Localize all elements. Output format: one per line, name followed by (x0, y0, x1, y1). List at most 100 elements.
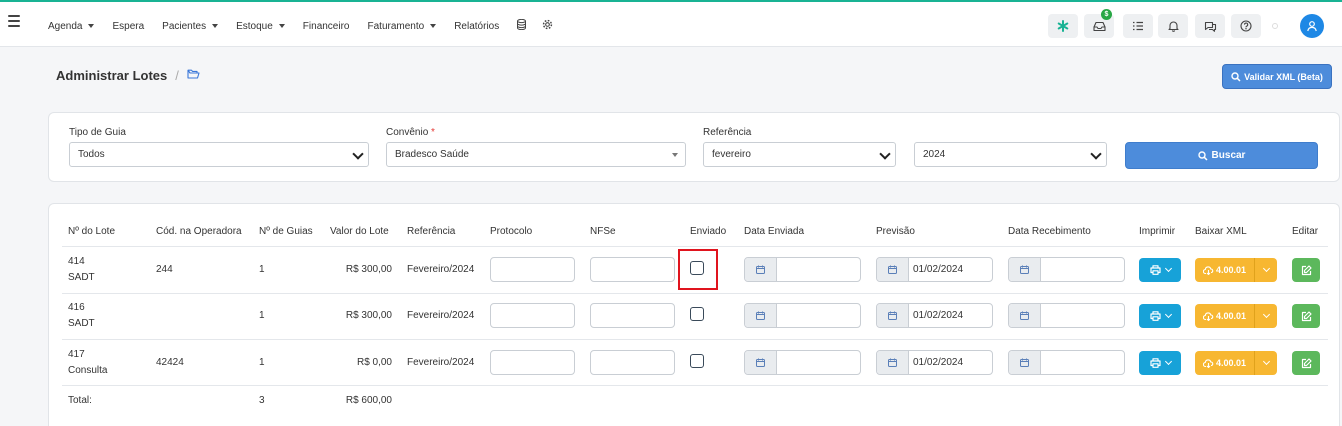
data-enviada-value (777, 304, 860, 327)
buscar-button[interactable]: Buscar (1125, 142, 1318, 169)
gear-icon[interactable] (542, 19, 553, 33)
printer-icon (1149, 265, 1161, 275)
search-icon (1231, 71, 1241, 82)
calendar-icon[interactable] (877, 258, 909, 281)
folder-open-icon[interactable] (187, 69, 200, 82)
required-asterisk: * (431, 127, 435, 138)
cod-operadora: 42424 (156, 357, 184, 368)
enviado-checkbox[interactable] (690, 307, 704, 321)
protocolo-input[interactable] (490, 350, 575, 375)
help-icon (1240, 20, 1252, 32)
main-nav: Agenda Espera Pacientes Estoque Financei… (48, 18, 569, 33)
calendar-icon[interactable] (745, 304, 777, 327)
nfse-input[interactable] (590, 303, 675, 328)
baixar-xml-dropdown[interactable] (1255, 304, 1277, 328)
protocolo-input[interactable] (490, 257, 575, 282)
nav-item-pacientes[interactable]: Pacientes (162, 21, 219, 32)
protocolo-input[interactable] (490, 303, 575, 328)
convenio-select[interactable]: Bradesco Saúde (386, 142, 686, 167)
validar-xml-button[interactable]: Validar XML (Beta) (1222, 64, 1332, 89)
editar-button[interactable] (1292, 304, 1320, 328)
data-recebimento-field[interactable] (1008, 257, 1125, 282)
previsao-field[interactable]: 01/02/2024 (876, 257, 993, 282)
previsao-value: 01/02/2024 (913, 357, 964, 368)
lote-number: 417 (68, 349, 85, 360)
previsao-field[interactable]: 01/02/2024 (876, 303, 993, 328)
help-button[interactable] (1231, 14, 1261, 38)
asterisk-button[interactable] (1048, 14, 1078, 38)
baixar-xml-main[interactable]: 4.00.01 (1195, 258, 1255, 282)
imprimir-dropdown-button[interactable] (1139, 351, 1181, 375)
enviado-checkbox[interactable] (690, 354, 704, 368)
referencia-label: Referência (703, 127, 752, 138)
nav-item-faturamento[interactable]: Faturamento (368, 21, 437, 32)
data-recebimento-value (1041, 304, 1124, 327)
printer-icon (1149, 358, 1161, 368)
database-icon[interactable] (517, 18, 527, 33)
xml-version-label: 4.00.01 (1215, 265, 1247, 275)
referencia: Fevereiro/2024 (407, 310, 475, 321)
tipo-guia-select[interactable]: Todos (69, 142, 369, 167)
nav-item-estoque[interactable]: Estoque (236, 21, 285, 32)
chevron-down-icon (1262, 357, 1270, 366)
data-recebimento-field[interactable] (1008, 303, 1125, 328)
notifications-button[interactable] (1158, 14, 1188, 38)
cod-operadora: 244 (156, 264, 173, 275)
chat-icon (1204, 21, 1216, 32)
imprimir-dropdown-button[interactable] (1139, 258, 1181, 282)
editar-button[interactable] (1292, 258, 1320, 282)
calendar-icon[interactable] (877, 304, 909, 327)
referencia-mes-select[interactable]: fevereiro (703, 142, 896, 167)
data-enviada-field[interactable] (744, 350, 861, 375)
calendar-icon[interactable] (1009, 258, 1041, 281)
col-header-cod-operadora: Cód. na Operadora (156, 226, 242, 237)
calendar-icon[interactable] (745, 258, 777, 281)
nav-item-relatorios[interactable]: Relatórios (454, 21, 499, 32)
total-guias: 3 (259, 395, 265, 406)
col-header-protocolo: Protocolo (490, 226, 533, 237)
nav-item-agenda[interactable]: Agenda (48, 20, 95, 32)
nfse-input[interactable] (590, 350, 675, 375)
baixar-xml-main[interactable]: 4.00.01 (1195, 351, 1255, 375)
baixar-xml-button[interactable]: 4.00.01 (1195, 351, 1277, 375)
nav-item-label: Agenda (48, 20, 83, 32)
inbox-button[interactable]: $ (1084, 9, 1114, 38)
baixar-xml-button[interactable]: 4.00.01 (1195, 304, 1277, 328)
num-guias: 1 (259, 264, 265, 275)
nav-item-espera[interactable]: Espera (112, 21, 144, 32)
nfse-input[interactable] (590, 257, 675, 282)
col-header-referencia: Referência (407, 226, 456, 237)
imprimir-dropdown-button[interactable] (1139, 304, 1181, 328)
calendar-icon[interactable] (877, 351, 909, 374)
referencia: Fevereiro/2024 (407, 357, 475, 368)
nav-item-label: Estoque (236, 20, 273, 32)
referencia-ano-select[interactable]: 2024 (914, 142, 1107, 167)
chat-button[interactable] (1195, 14, 1225, 38)
baixar-xml-dropdown[interactable] (1255, 258, 1277, 282)
data-enviada-field[interactable] (744, 257, 861, 282)
baixar-xml-button[interactable]: 4.00.01 (1195, 258, 1277, 282)
lote-number: 416 (68, 302, 85, 313)
calendar-icon[interactable] (1009, 304, 1041, 327)
hamburger-menu-icon[interactable] (8, 15, 20, 27)
baixar-xml-dropdown[interactable] (1255, 351, 1277, 375)
calendar-icon[interactable] (1009, 351, 1041, 374)
data-enviada-field[interactable] (744, 303, 861, 328)
nav-item-financeiro[interactable]: Financeiro (303, 21, 350, 32)
data-recebimento-field[interactable] (1008, 350, 1125, 375)
previsao-field[interactable]: 01/02/2024 (876, 350, 993, 375)
page-title: Administrar Lotes / (56, 68, 200, 83)
tipo-guia-value: Todos (78, 149, 105, 160)
baixar-xml-main[interactable]: 4.00.01 (1195, 304, 1255, 328)
table-divider (62, 339, 1328, 340)
valor-lote: R$ 300,00 (345, 264, 392, 275)
calendar-icon[interactable] (745, 351, 777, 374)
editar-button[interactable] (1292, 351, 1320, 375)
cloud-download-icon (1202, 265, 1214, 275)
table-divider (62, 293, 1328, 294)
dollar-badge: $ (1101, 9, 1112, 20)
user-avatar[interactable] (1300, 14, 1324, 38)
nav-item-label: Relatórios (454, 20, 500, 32)
data-recebimento-value (1041, 351, 1124, 374)
checklist-button[interactable] (1123, 14, 1153, 38)
